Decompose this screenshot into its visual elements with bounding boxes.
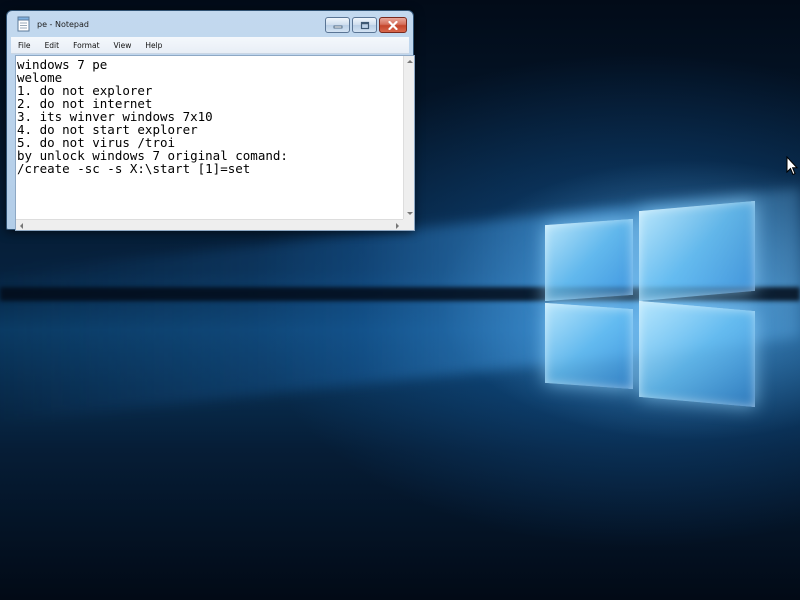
maximize-icon — [360, 21, 369, 29]
notepad-icon[interactable] — [17, 16, 31, 32]
menu-edit[interactable]: Edit — [38, 41, 67, 50]
scroll-down-icon[interactable] — [407, 212, 413, 215]
menu-format[interactable]: Format — [66, 41, 106, 50]
mouse-pointer-icon — [786, 156, 798, 176]
menu-help[interactable]: Help — [138, 41, 169, 50]
title-bar[interactable]: pe - Notepad — [7, 11, 413, 37]
vertical-scrollbar[interactable] — [403, 56, 414, 219]
windows-logo-pane-bottom-left — [545, 302, 633, 390]
scroll-left-icon[interactable] — [20, 223, 23, 229]
menu-file[interactable]: File — [11, 41, 38, 50]
windows-logo-pane-top-right — [639, 200, 755, 302]
text-editor[interactable]: windows 7 pe welome 1. do not explorer 2… — [16, 56, 403, 219]
close-icon — [388, 20, 398, 30]
minimize-button[interactable] — [325, 17, 350, 33]
editor-frame: windows 7 pe welome 1. do not explorer 2… — [15, 55, 415, 231]
menu-view[interactable]: View — [107, 41, 139, 50]
minimize-icon — [333, 25, 342, 29]
menu-bar: File Edit Format View Help — [11, 37, 409, 54]
scroll-up-icon[interactable] — [407, 60, 413, 63]
close-button[interactable] — [379, 17, 407, 33]
windows-logo-pane-bottom-right — [639, 300, 755, 408]
notepad-window[interactable]: pe - Notepad File Edit Format View Help … — [6, 10, 415, 231]
scroll-right-icon[interactable] — [396, 223, 399, 229]
horizontal-scrollbar[interactable] — [16, 219, 403, 230]
maximize-button[interactable] — [352, 17, 377, 33]
scroll-corner — [403, 219, 414, 230]
windows-logo-pane-top-left — [545, 218, 633, 302]
window-title: pe - Notepad — [37, 19, 89, 29]
